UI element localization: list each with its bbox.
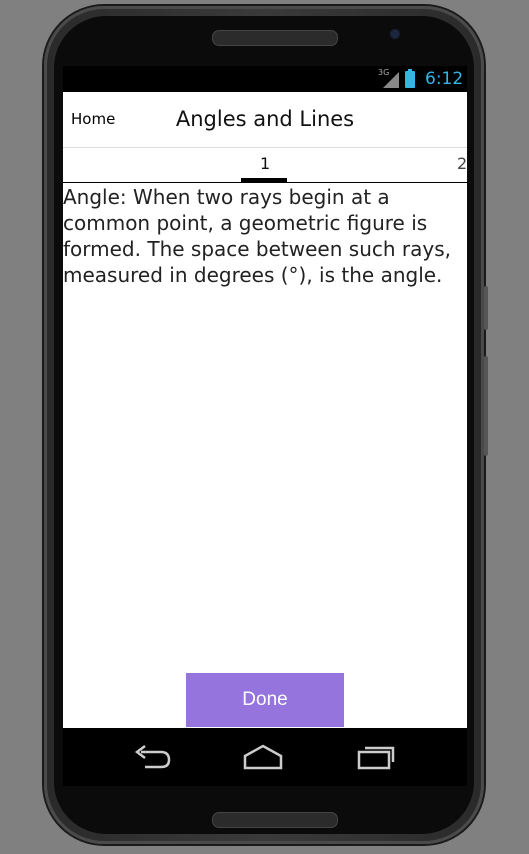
home-icon[interactable] xyxy=(241,742,285,772)
front-camera xyxy=(391,30,399,38)
navigation-bar xyxy=(63,728,467,786)
tab-indicator xyxy=(241,178,287,182)
volume-button[interactable] xyxy=(484,356,488,456)
recent-apps-icon[interactable] xyxy=(353,742,397,772)
tab-2[interactable]: 2 xyxy=(457,154,467,173)
back-icon[interactable] xyxy=(131,742,175,772)
done-button[interactable]: Done xyxy=(186,673,344,727)
page-title: Angles and Lines xyxy=(175,107,355,131)
definition-text: Angle: When two rays begin at a common p… xyxy=(63,185,451,287)
screen: 3G 6:12 Home Angles and Lines 1 2 Angle:… xyxy=(63,66,467,728)
status-bar: 3G 6:12 xyxy=(63,66,467,92)
battery-icon xyxy=(405,69,415,88)
bottom-speaker xyxy=(212,812,338,828)
top-speaker xyxy=(212,30,338,46)
signal-icon xyxy=(383,72,399,88)
power-button[interactable] xyxy=(484,286,488,330)
tab-strip: 1 2 xyxy=(63,148,467,183)
action-bar: Home Angles and Lines xyxy=(63,92,467,148)
clock: 6:12 xyxy=(425,69,464,89)
tab-1[interactable]: 1 xyxy=(260,154,270,173)
